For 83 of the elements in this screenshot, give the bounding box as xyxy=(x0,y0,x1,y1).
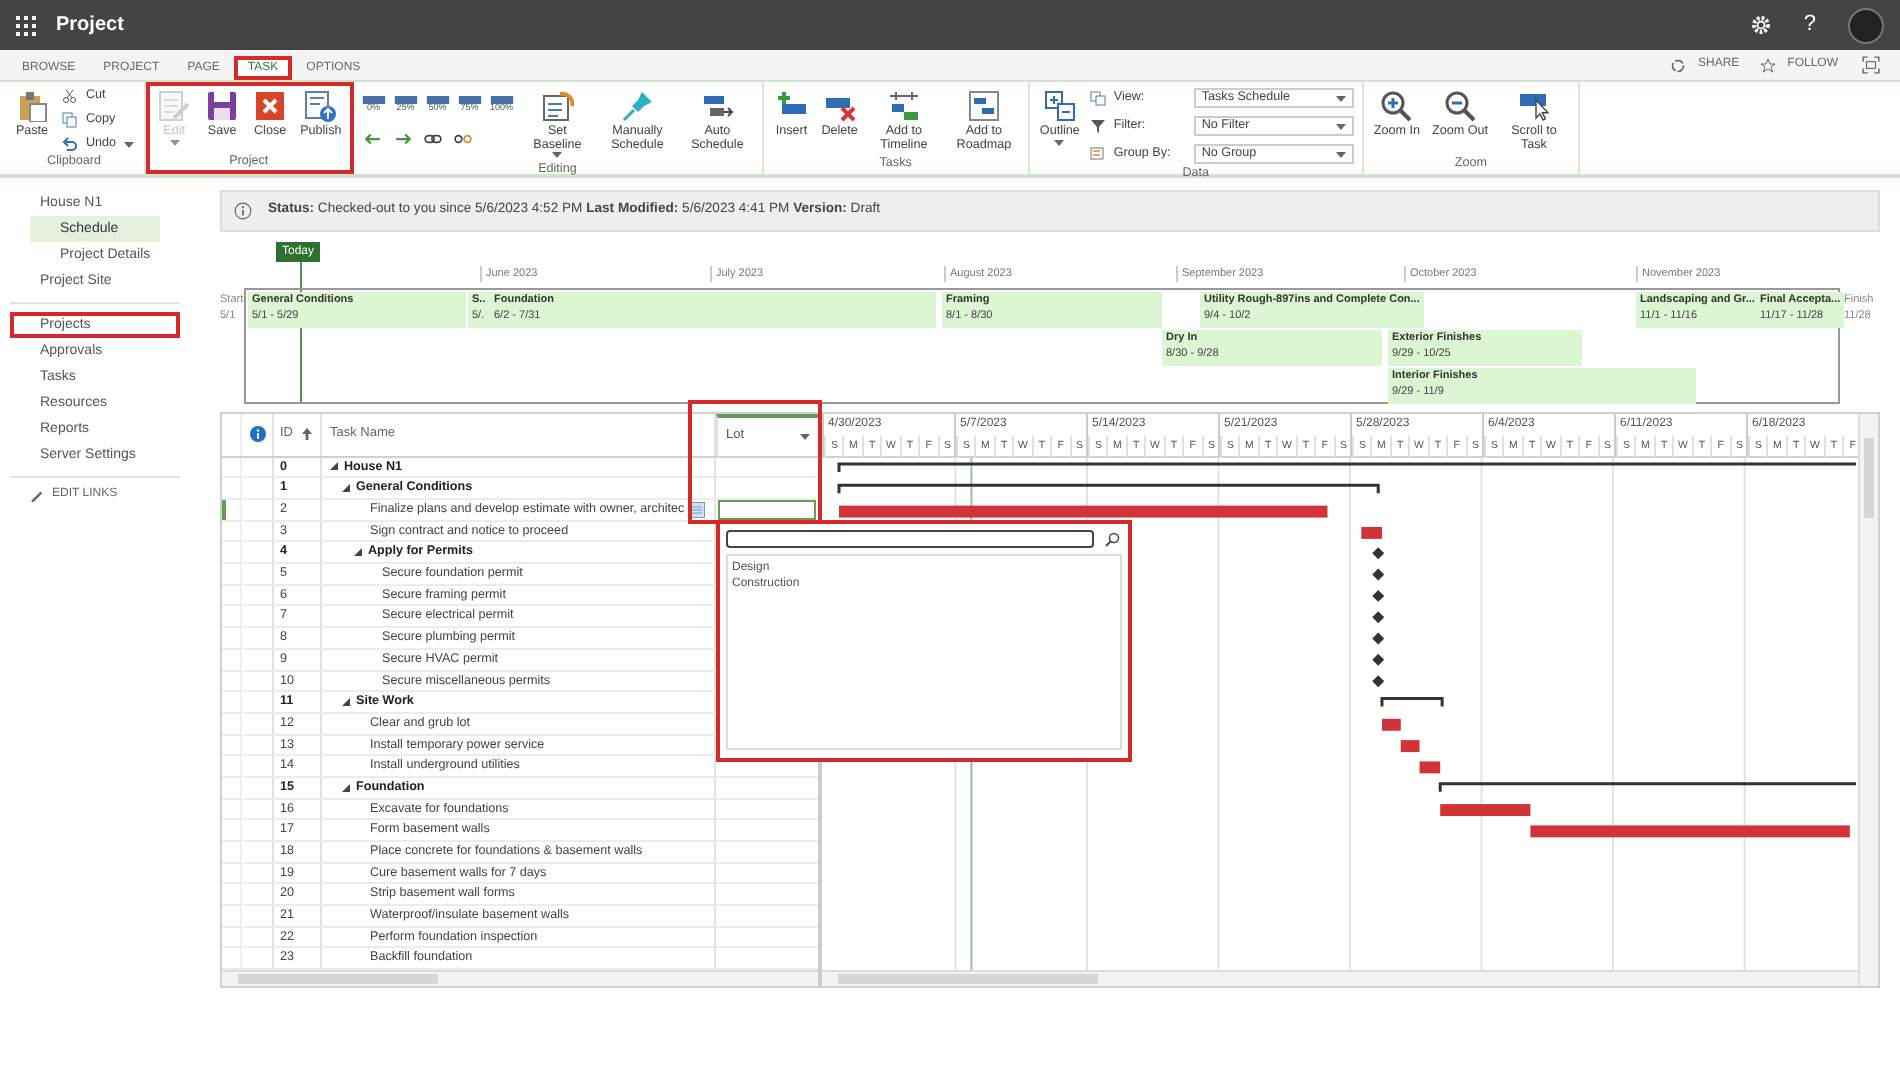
group-by-icon xyxy=(1089,146,1106,162)
broken-link-icon xyxy=(453,129,472,147)
caret-icon xyxy=(124,141,135,147)
left-arrow-icon xyxy=(363,129,382,147)
caret-icon xyxy=(552,152,563,159)
progress-bar-icon xyxy=(489,96,514,104)
filter-icon xyxy=(1089,118,1106,134)
collapse-arrow-icon[interactable] xyxy=(342,698,350,707)
horizontal-scrollbar[interactable] xyxy=(222,970,818,986)
app-title: Project xyxy=(56,12,124,40)
search-field[interactable] xyxy=(726,530,1094,548)
publish-icon xyxy=(304,90,337,122)
outline-icon xyxy=(1043,90,1076,122)
caret-icon xyxy=(1335,151,1346,157)
zoom-in-icon xyxy=(1380,90,1413,122)
caret-icon xyxy=(1335,95,1346,101)
task-bar[interactable] xyxy=(1419,761,1441,774)
search-icon xyxy=(1104,531,1120,547)
vertical-scrollbar[interactable] xyxy=(1858,414,1878,986)
star-icon xyxy=(1759,57,1776,73)
undo-icon xyxy=(62,136,78,152)
indent-button[interactable] xyxy=(391,129,414,147)
link-button[interactable] xyxy=(421,129,444,147)
baseline-icon xyxy=(541,90,574,122)
focus-icon xyxy=(1862,56,1880,74)
progress-bar-icon xyxy=(425,96,450,104)
summary-bar[interactable] xyxy=(1438,782,1857,792)
collapse-arrow-icon[interactable] xyxy=(342,484,350,493)
scissors-icon xyxy=(62,88,78,104)
progress-bar-icon xyxy=(393,96,418,104)
close-icon xyxy=(254,90,287,122)
triangle-icon xyxy=(342,698,350,707)
auto-schedule-icon xyxy=(701,90,734,122)
caret-icon xyxy=(800,433,810,440)
settings-icon xyxy=(1749,14,1772,36)
triangle-icon xyxy=(342,783,350,792)
caret-icon xyxy=(1335,123,1346,129)
task-bar[interactable] xyxy=(1382,718,1401,731)
timeline-icon xyxy=(887,90,920,122)
triangle-icon xyxy=(342,484,350,493)
task-bar[interactable] xyxy=(1530,825,1850,838)
progress-bar-icon xyxy=(457,96,482,104)
triangle-icon xyxy=(354,548,362,557)
unlink-button[interactable] xyxy=(451,129,474,147)
task-bar[interactable] xyxy=(1440,804,1531,817)
copy-icon xyxy=(62,112,78,128)
pushpin-icon xyxy=(621,90,654,122)
zoom-out-icon xyxy=(1443,90,1476,122)
search-button[interactable] xyxy=(1102,531,1122,547)
settings-button[interactable] xyxy=(1749,14,1772,36)
collapse-arrow-icon[interactable] xyxy=(342,783,350,792)
task-bar[interactable] xyxy=(839,505,1328,518)
help-button[interactable]: ? xyxy=(1803,14,1816,36)
clipboard-icon xyxy=(16,90,48,122)
horizontal-scrollbar[interactable] xyxy=(822,970,1858,986)
triangle-icon xyxy=(330,462,338,471)
collapse-arrow-icon[interactable] xyxy=(330,462,338,471)
grid-dots-icon xyxy=(16,15,36,35)
info-icon xyxy=(249,426,265,443)
sort-icon xyxy=(301,428,311,441)
progress-bar-icon xyxy=(361,96,386,104)
share-icon xyxy=(1669,57,1686,73)
roadmap-icon xyxy=(967,90,1000,122)
summary-bar[interactable] xyxy=(837,462,1857,473)
caret-icon xyxy=(169,139,180,146)
edit-document-icon xyxy=(158,90,191,122)
outdent-button[interactable] xyxy=(361,129,384,147)
task-bar[interactable] xyxy=(1361,526,1382,539)
collapse-arrow-icon[interactable] xyxy=(354,548,362,557)
caret-icon xyxy=(1054,139,1065,146)
lot-input-field[interactable] xyxy=(718,500,816,519)
task-bar[interactable] xyxy=(1400,740,1420,753)
scroll-to-task-icon xyxy=(1517,90,1550,122)
app-launcher-button[interactable] xyxy=(16,15,36,35)
pencil-icon xyxy=(30,488,44,502)
chain-link-icon xyxy=(423,129,442,147)
summary-bar[interactable] xyxy=(837,483,1380,494)
summary-bar[interactable] xyxy=(1380,697,1444,707)
info-icon xyxy=(234,202,252,220)
focus-mode-button[interactable] xyxy=(1858,56,1884,74)
view-icon xyxy=(1089,90,1106,106)
avatar-icon[interactable] xyxy=(1848,7,1884,43)
right-arrow-icon xyxy=(393,129,412,147)
